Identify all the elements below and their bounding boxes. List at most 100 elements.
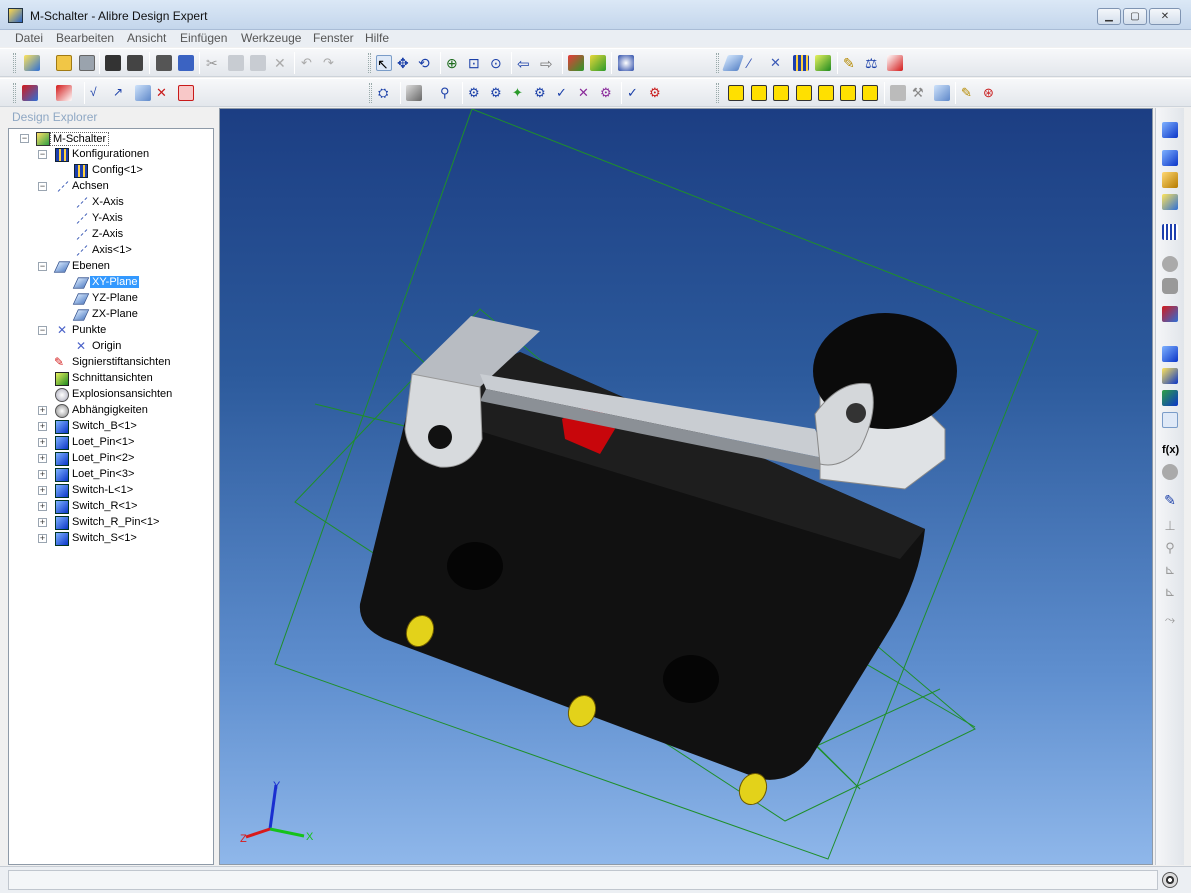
publish-icon[interactable] bbox=[178, 55, 194, 71]
assembly-tool-icon-9[interactable]: ⚙ bbox=[649, 85, 665, 101]
suppress-icon[interactable] bbox=[1162, 368, 1178, 384]
assembly-tool-icon-8[interactable]: ✓ bbox=[627, 85, 643, 101]
render-icon[interactable] bbox=[618, 55, 634, 71]
assembly-tool-icon-3[interactable]: ✦ bbox=[512, 85, 528, 101]
minimize-button[interactable]: ▁ bbox=[1097, 8, 1121, 25]
design-tree[interactable]: − M-Schalter − Konfigurationen Config<1>… bbox=[8, 128, 214, 865]
expand-toggle[interactable]: + bbox=[38, 438, 47, 447]
print-setup-icon[interactable] bbox=[127, 55, 143, 71]
display-style-icon[interactable] bbox=[406, 85, 422, 101]
table-icon[interactable] bbox=[793, 55, 809, 71]
pattern-icon[interactable] bbox=[1162, 224, 1178, 240]
view-front-icon[interactable] bbox=[728, 85, 744, 101]
constraint-icon-5[interactable] bbox=[178, 85, 194, 101]
brush-icon[interactable]: ✎ bbox=[1162, 492, 1178, 508]
toolbar-grip-4[interactable] bbox=[13, 83, 16, 103]
view-right-icon[interactable] bbox=[796, 85, 812, 101]
expand-toggle[interactable]: + bbox=[38, 422, 47, 431]
menu-werkzeuge[interactable]: Werkzeuge bbox=[241, 31, 301, 45]
3d-viewport[interactable]: Y X Z bbox=[219, 108, 1153, 865]
delete-icon[interactable]: ✕ bbox=[274, 55, 290, 71]
equation-icon[interactable]: f(x) bbox=[1162, 442, 1179, 458]
interference-icon[interactable] bbox=[887, 55, 903, 71]
toolbar-grip[interactable] bbox=[13, 53, 16, 73]
menu-fenster[interactable]: Fenster bbox=[313, 31, 354, 45]
settings-icon[interactable] bbox=[1162, 412, 1178, 428]
collapse-toggle[interactable]: − bbox=[38, 150, 47, 159]
expand-toggle[interactable]: + bbox=[38, 486, 47, 495]
expand-toggle[interactable]: + bbox=[38, 406, 47, 415]
assembly-tool-icon-5[interactable]: ✓ bbox=[556, 85, 572, 101]
expand-toggle[interactable]: + bbox=[38, 502, 47, 511]
undo-icon[interactable]: ↶ bbox=[301, 55, 317, 71]
constraint-tool-icon-2[interactable]: ⚲ bbox=[1162, 540, 1178, 556]
feature2-icon[interactable] bbox=[590, 55, 606, 71]
constraint-icon-1[interactable]: √ bbox=[90, 85, 106, 101]
insert-part-icon[interactable] bbox=[1162, 122, 1178, 138]
insert-box-icon[interactable] bbox=[1162, 172, 1178, 188]
assembly-tool-icon-1[interactable]: ⚙ bbox=[468, 85, 484, 101]
view-bottom-icon[interactable] bbox=[840, 85, 856, 101]
section-icon[interactable] bbox=[890, 85, 906, 101]
zoom-fit-icon[interactable]: ⊙ bbox=[490, 55, 506, 71]
make-part-icon[interactable] bbox=[1162, 390, 1178, 406]
hide-icon[interactable]: ⚲ bbox=[440, 85, 456, 101]
view-cube-icon[interactable] bbox=[22, 85, 38, 101]
maximize-button[interactable]: ▢ bbox=[1123, 8, 1147, 25]
constraint-icon-3[interactable] bbox=[135, 85, 151, 101]
constraint-icon-4[interactable]: ✕ bbox=[156, 85, 172, 101]
paste-icon[interactable] bbox=[250, 55, 266, 71]
sketch-icon[interactable]: ✎ bbox=[961, 85, 977, 101]
display-mode-icon[interactable]: ⛭ bbox=[378, 85, 394, 101]
marker-icon[interactable] bbox=[934, 85, 950, 101]
new-icon[interactable] bbox=[24, 55, 40, 71]
expand-toggle[interactable]: + bbox=[38, 534, 47, 543]
assembly-tool-icon-6[interactable]: ✕ bbox=[578, 85, 594, 101]
mass-properties-icon[interactable]: ⚖ bbox=[865, 55, 881, 71]
toolbar-grip-6[interactable] bbox=[716, 83, 719, 103]
measure-icon[interactable]: ✎ bbox=[843, 55, 859, 71]
collapse-toggle[interactable]: − bbox=[20, 134, 29, 143]
axis-tool-icon[interactable]: ⁄ bbox=[748, 55, 764, 71]
zoom-in-icon[interactable]: ⊕ bbox=[446, 55, 462, 71]
next-view-icon[interactable]: ⇨ bbox=[540, 55, 556, 73]
menu-datei[interactable]: Datei bbox=[15, 31, 43, 45]
view-back-icon[interactable] bbox=[751, 85, 767, 101]
view-iso-icon[interactable] bbox=[862, 85, 878, 101]
mirror-icon[interactable] bbox=[1162, 278, 1178, 294]
collapse-toggle[interactable]: − bbox=[38, 182, 47, 191]
close-button[interactable]: ✕ bbox=[1149, 8, 1181, 25]
shading-icon[interactable] bbox=[56, 85, 72, 101]
toolbar-grip-3[interactable] bbox=[716, 53, 719, 73]
explode-icon[interactable]: ⚒ bbox=[912, 85, 928, 101]
constraint-tool-icon-3[interactable]: ⊾ bbox=[1162, 562, 1178, 578]
print-preview-icon[interactable] bbox=[105, 55, 121, 71]
redo-icon[interactable]: ↷ bbox=[323, 55, 339, 71]
rotate-icon[interactable]: ⟲ bbox=[418, 55, 434, 71]
insert-part2-icon[interactable] bbox=[1162, 150, 1178, 166]
collapse-toggle[interactable]: − bbox=[38, 262, 47, 271]
print-icon[interactable] bbox=[156, 55, 172, 71]
model-canvas[interactable]: Y X Z bbox=[220, 109, 1153, 865]
plane-tool-icon[interactable] bbox=[722, 55, 744, 71]
constraint-tool-icon-1[interactable]: ⊥ bbox=[1162, 518, 1178, 534]
copy-icon[interactable] bbox=[228, 55, 244, 71]
cut-icon[interactable]: ✂ bbox=[206, 55, 222, 71]
assembly-tool-icon-4[interactable]: ⚙ bbox=[534, 85, 550, 101]
hex-icon[interactable] bbox=[1162, 256, 1178, 272]
point-tool-icon[interactable]: ✕ bbox=[770, 55, 786, 71]
move-icon[interactable]: ✥ bbox=[397, 55, 413, 71]
view-top-icon[interactable] bbox=[818, 85, 834, 101]
assembly-tool-icon-2[interactable]: ⚙ bbox=[490, 85, 506, 101]
save-icon[interactable] bbox=[79, 55, 95, 71]
part-tool-icon[interactable] bbox=[815, 55, 831, 71]
anchor-icon[interactable] bbox=[1162, 346, 1178, 362]
feature-icon[interactable] bbox=[568, 55, 584, 71]
constraint-tool-icon-5[interactable]: ⤳ bbox=[1162, 612, 1178, 628]
menu-ansicht[interactable]: Ansicht bbox=[127, 31, 166, 45]
view-left-icon[interactable] bbox=[773, 85, 789, 101]
expand-toggle[interactable]: + bbox=[38, 518, 47, 527]
expand-toggle[interactable]: + bbox=[38, 454, 47, 463]
expand-toggle[interactable]: + bbox=[38, 470, 47, 479]
replace-icon[interactable] bbox=[1162, 306, 1178, 322]
